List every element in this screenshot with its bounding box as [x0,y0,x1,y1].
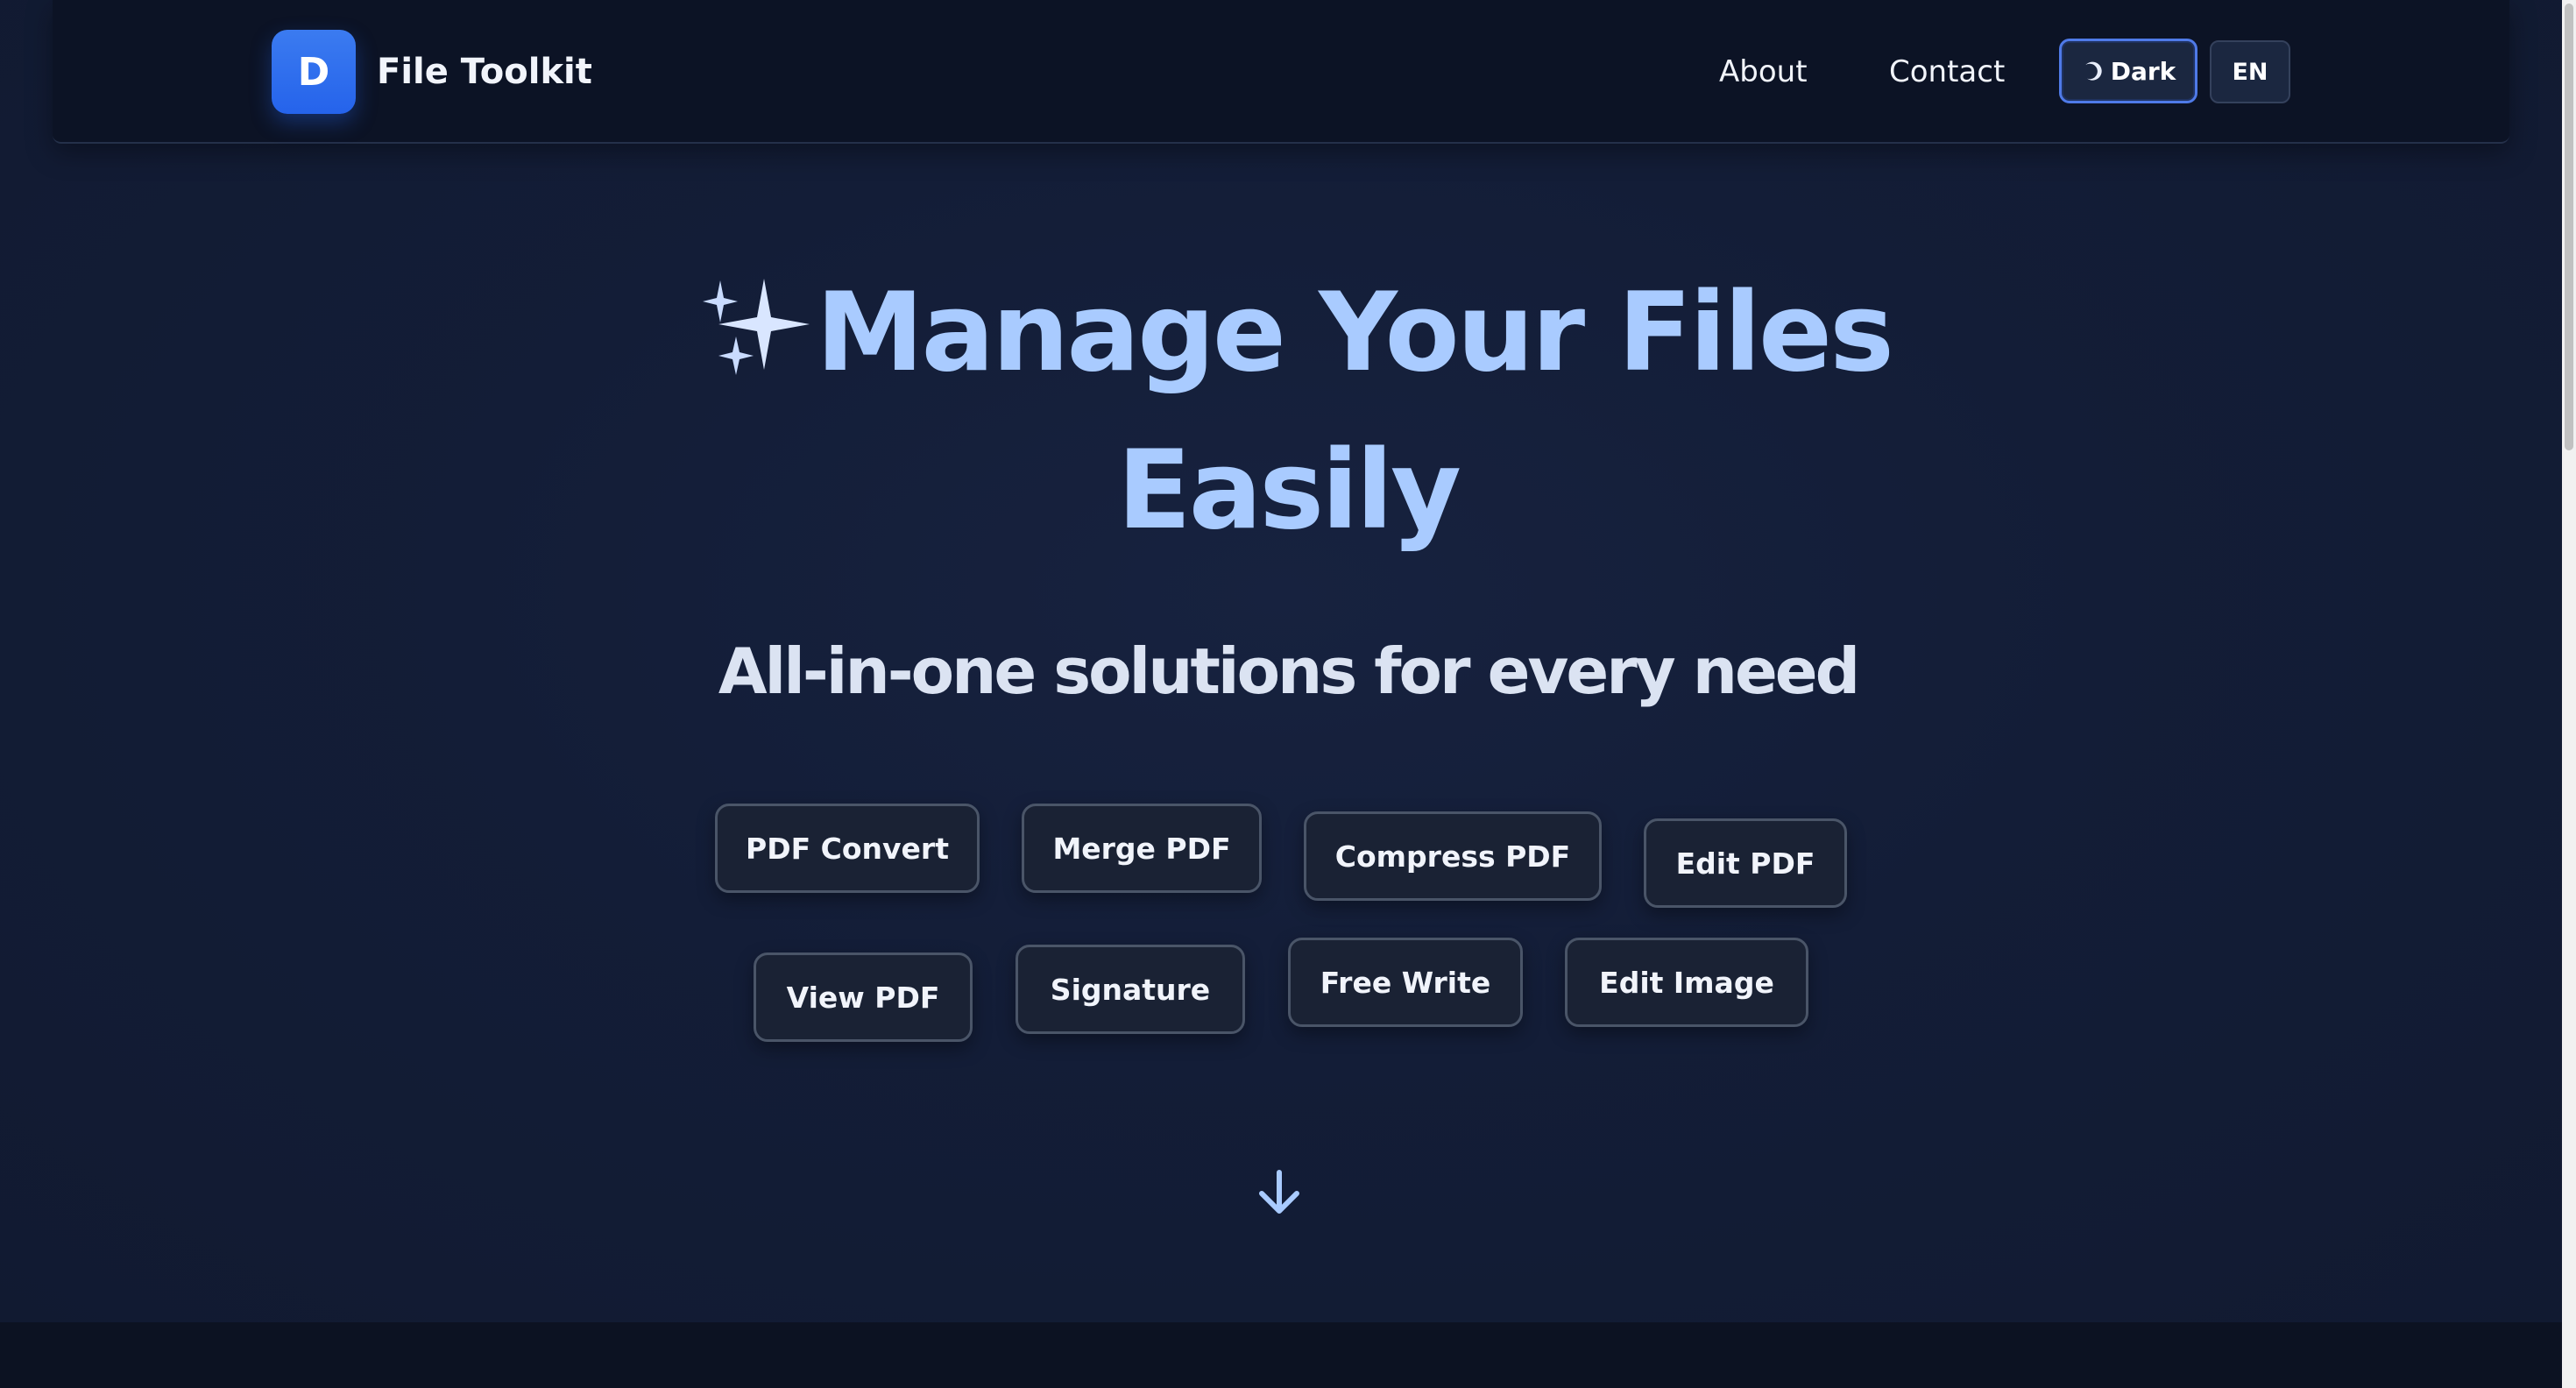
hero-title-line-1: Manage Your Files [816,270,1894,396]
language-label: EN [2232,58,2268,86]
logo-letter: D [297,49,330,95]
theme-toggle-button[interactable]: Dark [2059,39,2197,103]
theme-toggle-label: Dark [2110,56,2176,86]
tool-button-edit-image[interactable]: Edit Image [1565,938,1808,1027]
nav-link-contact[interactable]: Contact [1889,51,2005,93]
hero-title-line-2: Easily [1116,428,1461,554]
nav-link-about[interactable]: About [1719,51,1808,93]
brand-name[interactable]: File Toolkit [377,47,592,96]
next-section-edge [0,1322,2562,1388]
tool-button-pdf-convert[interactable]: PDF Convert [715,804,980,893]
tool-button-compress-pdf[interactable]: Compress PDF [1304,811,1602,901]
language-button[interactable]: EN [2210,40,2290,103]
tool-button-free-write[interactable]: Free Write [1288,938,1523,1027]
tool-button-signature[interactable]: Signature [1016,945,1245,1034]
moon-icon [2081,59,2105,83]
hero-title: Manage Your Files Easily [412,254,2164,570]
page-scrollbar-thumb[interactable] [2565,4,2573,450]
arrow-down-icon[interactable] [1255,1169,1304,1218]
tool-button-edit-pdf[interactable]: Edit PDF [1644,818,1847,908]
tool-button-view-pdf[interactable]: View PDF [754,952,973,1042]
logo-badge[interactable]: D [272,30,356,114]
hero-subtitle: All-in-one solutions for every need [718,634,1860,708]
tool-button-merge-pdf[interactable]: Merge PDF [1022,804,1262,893]
